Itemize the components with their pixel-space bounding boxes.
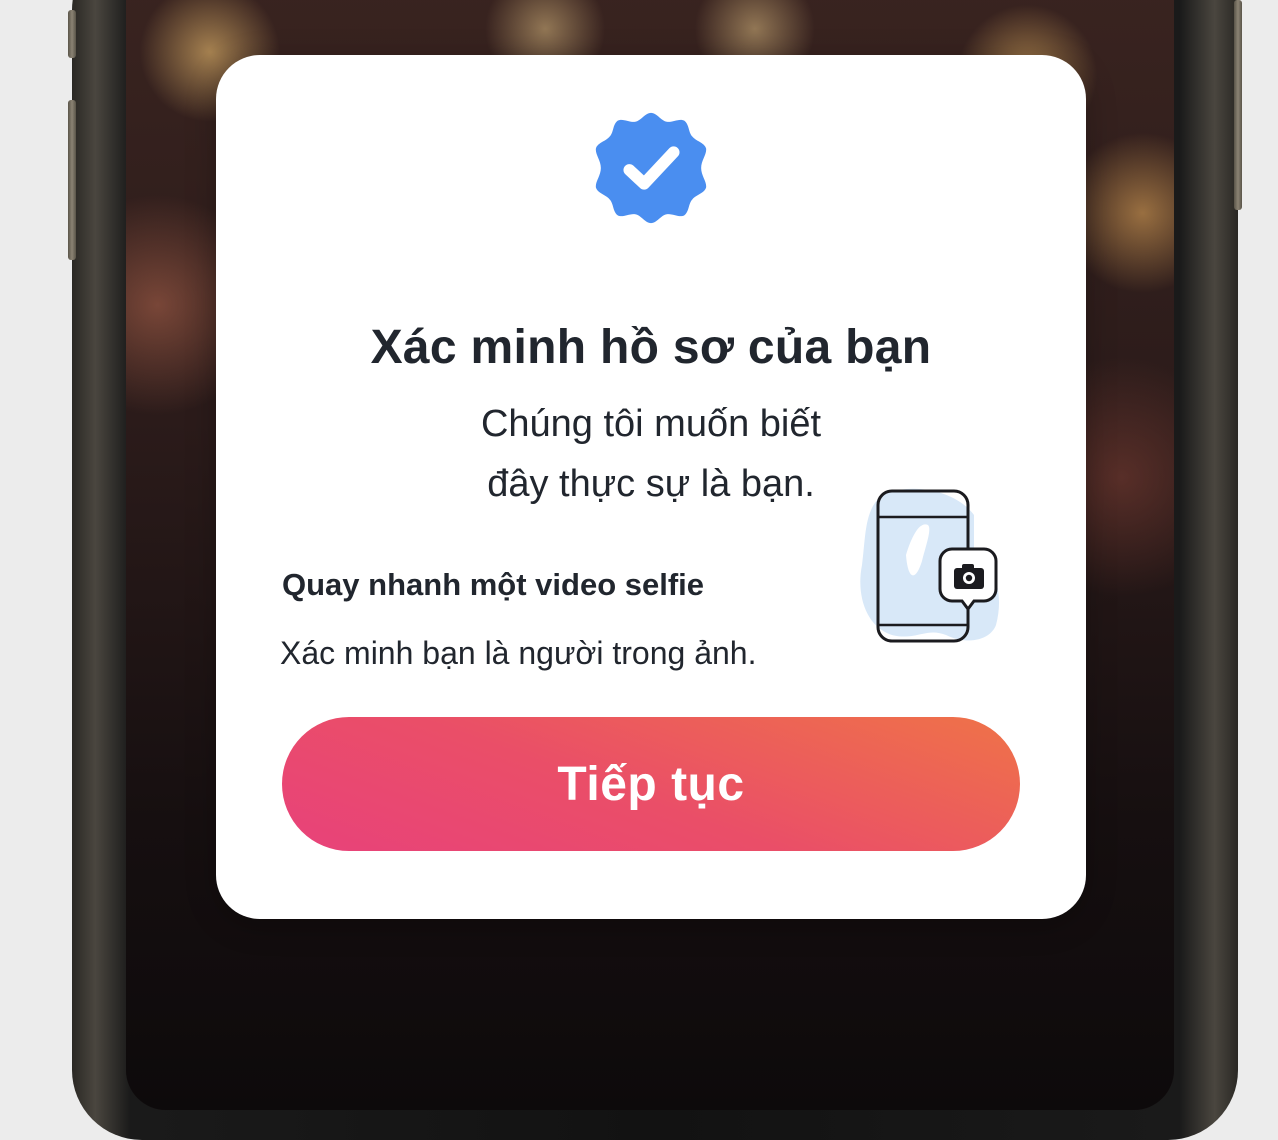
continue-button[interactable]: Tiếp tục (282, 717, 1020, 851)
verified-badge-icon (595, 112, 707, 224)
feature-title: Quay nhanh một video selfie (282, 567, 705, 602)
volume-buttons (68, 100, 76, 260)
verification-dialog: Xác minh hồ sơ của bạn Chúng tôi muốn bi… (216, 55, 1086, 919)
feature-description: Xác minh bạn là người trong ảnh. (280, 635, 757, 671)
phone-selfie-camera-icon (860, 488, 1000, 643)
dialog-subtitle-line-1: Chúng tôi muốn biết (480, 403, 822, 445)
dialog-title: Xác minh hồ sơ của bạn (370, 321, 932, 374)
power-button (1234, 0, 1242, 210)
mute-switch (68, 10, 76, 58)
